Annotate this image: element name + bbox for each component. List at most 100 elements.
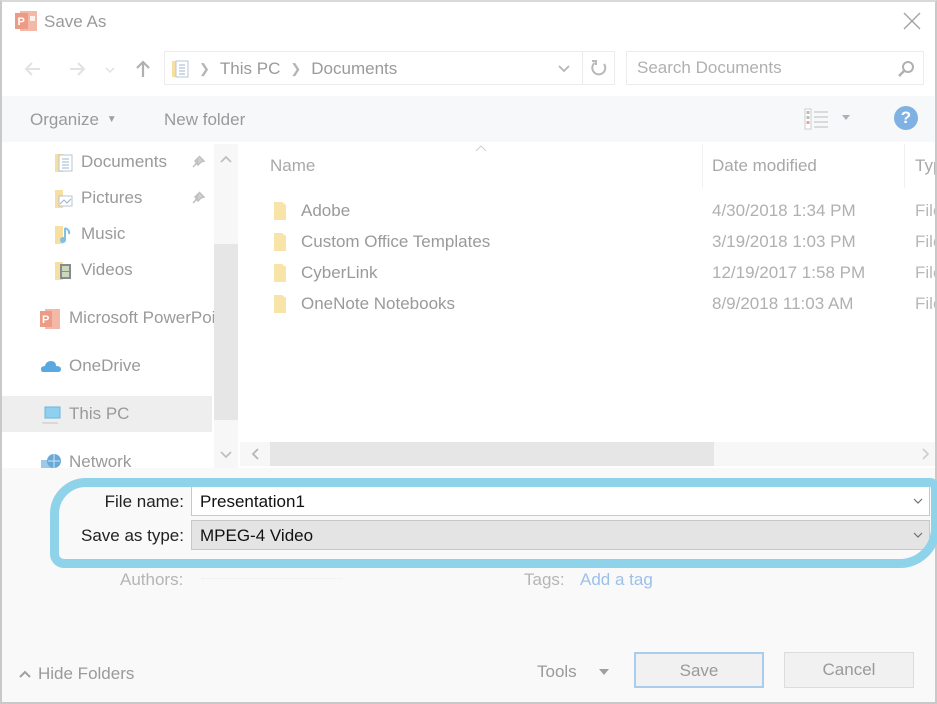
column-divider[interactable] (904, 144, 905, 188)
organize-menu[interactable]: Organize ▼ (30, 110, 117, 130)
pin-icon[interactable] (190, 190, 206, 206)
authors-label: Authors: (120, 570, 184, 589)
chevron-down-icon[interactable] (911, 529, 925, 541)
pin-icon[interactable] (190, 154, 206, 170)
close-icon[interactable] (901, 10, 923, 32)
column-header-name[interactable]: Name (270, 156, 315, 176)
sidebar-item-label: Music (81, 224, 126, 243)
file-row[interactable]: OneNote Notebooks 8/9/2018 11:03 AM File… (240, 289, 935, 319)
arrow-left-icon[interactable] (20, 56, 46, 82)
sidebar-item-videos[interactable]: Videos (2, 252, 212, 288)
videos-folder-icon (55, 262, 71, 280)
address-history-chevron-icon[interactable] (556, 60, 572, 76)
scroll-down-icon[interactable] (218, 446, 234, 462)
command-toolbar: Organize ▼ New folder ? (2, 96, 935, 142)
scrollbar-thumb[interactable] (214, 244, 238, 420)
window-title: Save As (44, 12, 107, 31)
file-date: 4/30/2018 1:34 PM (712, 201, 856, 220)
sidebar-item-microsoft-powerpoint[interactable]: P Microsoft PowerPoint (2, 300, 230, 336)
breadcrumb-separator-icon: ❯ (199, 61, 210, 76)
organize-label: Organize (30, 110, 99, 129)
help-button[interactable]: ? (894, 106, 918, 130)
save-button[interactable]: Save (634, 652, 764, 688)
view-options-caret-icon[interactable] (840, 114, 852, 122)
scroll-up-icon[interactable] (218, 152, 234, 168)
authors-field[interactable] (202, 578, 342, 582)
navigation-pane-scrollbar[interactable] (214, 144, 238, 468)
file-name: Custom Office Templates (301, 232, 491, 251)
computer-icon (41, 406, 61, 424)
chevron-down-icon[interactable] (911, 495, 925, 507)
cancel-button[interactable]: Cancel (784, 652, 914, 688)
file-type: File folder (915, 201, 935, 220)
breadcrumb-documents[interactable]: Documents (311, 59, 397, 79)
file-name-field[interactable]: Presentation1 (191, 486, 930, 516)
address-bar[interactable]: ❯ This PC ❯ Documents (164, 51, 615, 85)
arrow-up-icon[interactable] (130, 56, 156, 82)
hide-folders-button[interactable]: Hide Folders (18, 664, 134, 684)
new-folder-button[interactable]: New folder (164, 110, 245, 130)
file-list-horizontal-scrollbar[interactable] (240, 442, 935, 466)
file-row[interactable]: Custom Office Templates 3/19/2018 1:03 P… (240, 227, 935, 257)
file-type: File folder (915, 294, 935, 313)
file-type: File folder (915, 263, 935, 282)
file-name: Adobe (301, 201, 351, 220)
scroll-right-icon[interactable] (917, 446, 933, 462)
chevron-down-icon[interactable] (102, 56, 118, 82)
file-name: CyberLink (301, 263, 378, 282)
music-folder-icon (55, 226, 71, 244)
breadcrumb: ❯ This PC ❯ Documents (199, 59, 397, 79)
column-divider[interactable] (702, 144, 703, 188)
save-as-type-dropdown[interactable]: MPEG-4 Video (191, 520, 930, 550)
svg-text:P: P (42, 314, 49, 326)
file-row[interactable]: Adobe 4/30/2018 1:34 PM File folder (240, 196, 935, 226)
file-date: 12/19/2017 1:58 PM (712, 263, 866, 282)
save-as-dialog: P Save As ❯ This PC ❯ Documents Search D… (0, 0, 937, 704)
network-icon (41, 454, 61, 468)
save-as-type-label: Save as type: (80, 526, 184, 545)
search-icon[interactable] (897, 60, 915, 78)
sidebar-item-documents[interactable]: Documents (2, 144, 212, 180)
caret-down-icon: ▼ (106, 114, 117, 125)
file-name: OneNote Notebooks (301, 294, 456, 313)
save-options-pane: File name: Presentation1 Save as type: M… (2, 468, 937, 702)
search-input[interactable] (637, 57, 887, 79)
sidebar-item-network[interactable]: Network (2, 444, 212, 468)
folder-icon (274, 233, 286, 251)
navigation-bar: ❯ This PC ❯ Documents (2, 46, 935, 94)
sidebar-item-onedrive[interactable]: OneDrive (2, 348, 212, 384)
folder-icon (274, 202, 286, 220)
save-as-type-value: MPEG-4 Video (200, 526, 314, 545)
sidebar-item-label: Network (69, 452, 132, 468)
hide-folders-label: Hide Folders (38, 664, 135, 683)
caret-down-icon[interactable] (598, 668, 610, 676)
sidebar-item-label: This PC (69, 404, 130, 423)
sidebar-item-label: OneDrive (69, 356, 141, 375)
powerpoint-icon: P (40, 309, 60, 329)
scrollbar-thumb[interactable] (270, 442, 714, 466)
column-header-type[interactable]: Type (915, 156, 935, 176)
pictures-folder-icon (55, 190, 73, 208)
tags-label: Tags: (524, 570, 565, 589)
scroll-left-icon[interactable] (248, 446, 264, 462)
file-row[interactable]: CyberLink 12/19/2017 1:58 PM File folder (240, 258, 935, 288)
breadcrumb-separator-icon: ❯ (290, 61, 302, 76)
sidebar-item-this-pc[interactable]: This PC (2, 396, 212, 432)
search-box[interactable] (626, 51, 924, 85)
file-date: 8/9/2018 11:03 AM (712, 294, 854, 313)
breadcrumb-this-pc[interactable]: This PC (220, 59, 280, 79)
file-name-label: File name: (104, 492, 184, 511)
arrow-right-icon[interactable] (64, 56, 90, 82)
sidebar-item-pictures[interactable]: Pictures (2, 180, 212, 216)
sidebar-item-music[interactable]: Music (2, 216, 212, 252)
tools-menu[interactable]: Tools (537, 662, 577, 682)
details-view-icon[interactable] (804, 108, 830, 130)
add-tag-link[interactable]: Add a tag (580, 570, 653, 590)
sidebar-item-label: Pictures (81, 188, 143, 207)
column-header-date-modified[interactable]: Date modified (712, 156, 817, 176)
file-type: File folder (915, 232, 935, 251)
title-bar: P Save As (2, 2, 935, 44)
sidebar-item-label: Microsoft PowerPoint (69, 308, 230, 327)
refresh-button[interactable] (582, 52, 614, 84)
svg-text:P: P (18, 16, 25, 28)
